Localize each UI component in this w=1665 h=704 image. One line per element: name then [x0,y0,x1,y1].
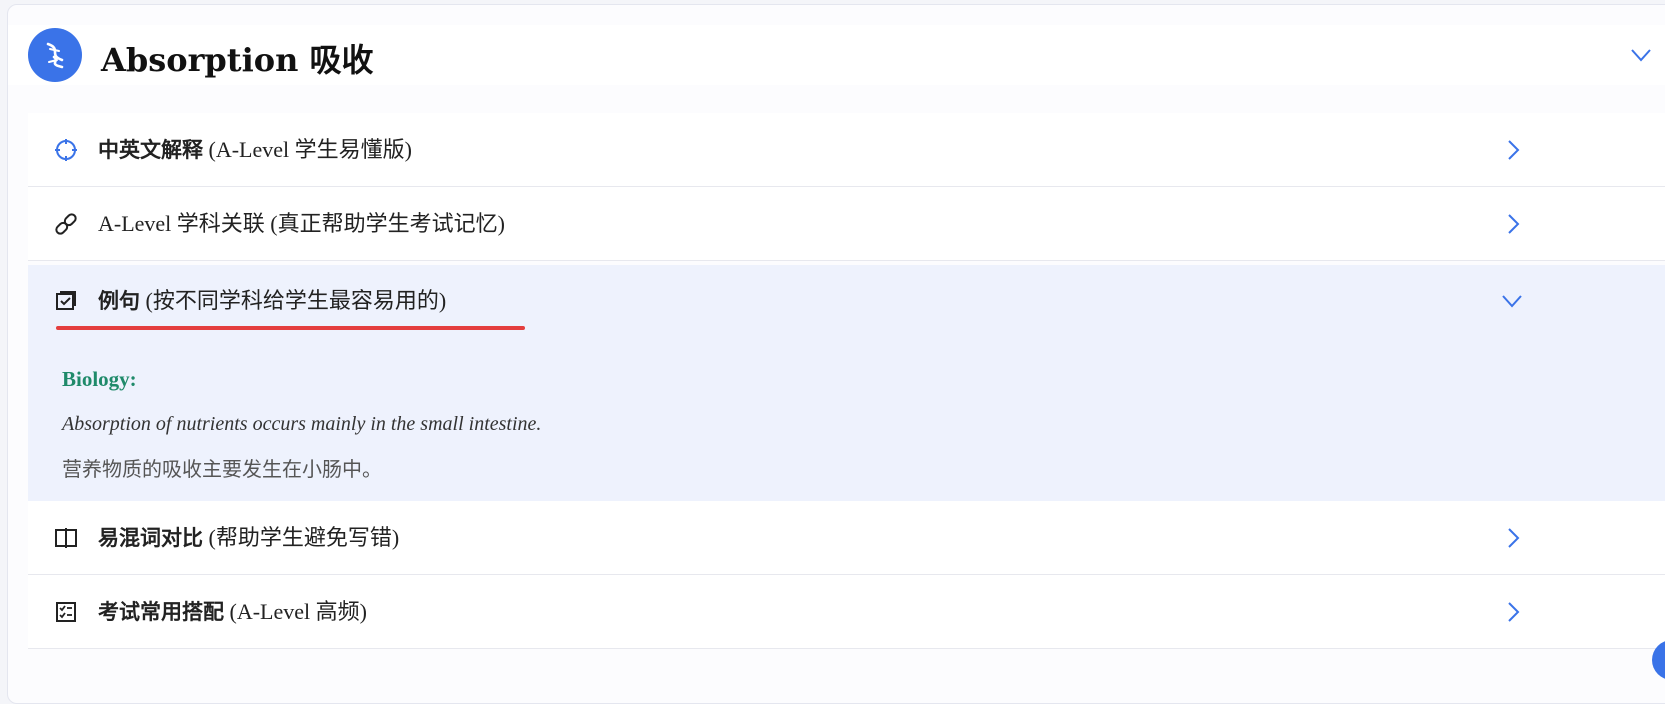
link-icon [55,213,77,235]
book-split-icon [55,528,77,548]
example-sentence-en: Absorption of nutrients occurs mainly in… [62,413,542,435]
check-box-icon [56,291,76,310]
card-header[interactable]: Absorption 吸收 [8,25,1665,85]
chevron-down-icon[interactable] [1630,47,1652,63]
example-sentence-zh: 营养物质的吸收主要发生在小肠中。 [62,457,382,481]
section-explanation[interactable]: 中英文解释 (A-Level 学生易懂版) [28,113,1665,187]
dna-icon [28,28,82,82]
section-subject-links[interactable]: A-Level 学科关联 (真正帮助学生考试记忆) [28,187,1665,261]
chevron-right-icon[interactable] [1506,527,1520,549]
section-label: A-Level 学科关联 (真正帮助学生考试记忆) [98,211,505,236]
chevron-right-icon[interactable] [1506,213,1520,235]
word-card: Absorption 吸收 中英文解释 (A-Level 学生易懂版) A-Le… [7,4,1665,704]
target-icon [55,139,77,161]
section-collocations[interactable]: 考试常用搭配 (A-Level 高频) [28,575,1665,649]
section-examples-expanded: 例句 (按不同学科给学生最容易用的) Biology: Absorption o… [28,265,1665,505]
chevron-right-icon[interactable] [1506,139,1520,161]
section-label: 易混词对比 (帮助学生避免写错) [98,525,400,550]
highlight-underline [56,326,525,330]
section-label: 考试常用搭配 (A-Level 高频) [98,599,367,624]
chevron-right-icon[interactable] [1506,601,1520,623]
example-subject: Biology: [62,367,137,391]
section-confusable-words[interactable]: 易混词对比 (帮助学生避免写错) [28,501,1665,575]
page-title: Absorption 吸收 [101,41,374,79]
section-label: 中英文解释 (A-Level 学生易懂版) [98,137,412,162]
checklist-icon [56,602,76,622]
chevron-down-icon[interactable] [1501,293,1523,309]
